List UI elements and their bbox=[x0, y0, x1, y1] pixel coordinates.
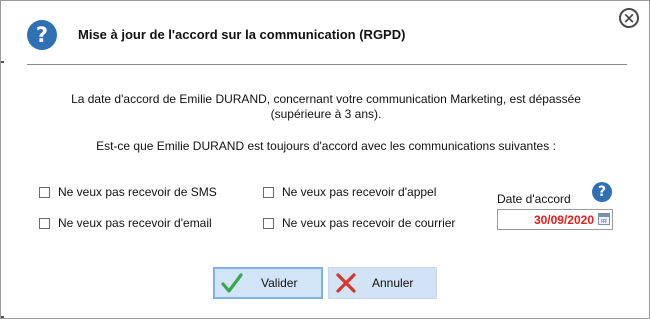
message-line-2: (supérieure à 3 ans). bbox=[270, 107, 382, 121]
header-divider bbox=[27, 64, 627, 65]
checkbox-courrier[interactable] bbox=[263, 217, 274, 229]
rgpd-dialog: ? Mise à jour de l'accord sur la communi… bbox=[0, 0, 650, 319]
option-courrier[interactable]: Ne veux pas recevoir de courrier bbox=[263, 216, 455, 230]
dialog-title: Mise à jour de l'accord sur la communica… bbox=[78, 27, 406, 42]
option-appel[interactable]: Ne veux pas recevoir d'appel bbox=[263, 185, 436, 199]
question-icon: ? bbox=[27, 20, 57, 50]
checkbox-sms[interactable] bbox=[39, 186, 50, 198]
help-button[interactable]: ? bbox=[592, 182, 612, 202]
option-email[interactable]: Ne veux pas recevoir d'email bbox=[39, 216, 212, 230]
left-edge-mark-bottom bbox=[1, 316, 4, 318]
valider-button[interactable]: Valider bbox=[213, 267, 323, 299]
checkmark-icon bbox=[221, 273, 243, 293]
calendar-icon[interactable] bbox=[598, 213, 610, 225]
checkbox-appel[interactable] bbox=[263, 186, 274, 198]
checkbox-email[interactable] bbox=[39, 217, 50, 229]
option-email-label: Ne veux pas recevoir d'email bbox=[58, 216, 212, 230]
option-sms[interactable]: Ne veux pas recevoir de SMS bbox=[39, 185, 217, 199]
annuler-label: Annuler bbox=[372, 276, 414, 290]
date-accord-field[interactable]: 30/09/2020 bbox=[497, 209, 613, 230]
valider-label: Valider bbox=[261, 276, 298, 290]
option-sms-label: Ne veux pas recevoir de SMS bbox=[58, 185, 217, 199]
cross-icon bbox=[336, 273, 356, 293]
question-icon: ? bbox=[597, 184, 607, 200]
date-accord-value: 30/09/2020 bbox=[533, 213, 594, 227]
question-text: Est-ce que Emilie DURAND est toujours d'… bbox=[96, 139, 556, 153]
message-line-1: La date d'accord de Emilie DURAND, conce… bbox=[71, 92, 581, 106]
left-edge-mark bbox=[1, 61, 4, 63]
option-appel-label: Ne veux pas recevoir d'appel bbox=[282, 185, 437, 199]
option-courrier-label: Ne veux pas recevoir de courrier bbox=[282, 216, 456, 230]
annuler-button[interactable]: Annuler bbox=[328, 267, 437, 299]
date-accord-label: Date d'accord bbox=[497, 192, 571, 206]
close-button[interactable]: × bbox=[619, 8, 639, 28]
close-icon: × bbox=[622, 8, 636, 27]
